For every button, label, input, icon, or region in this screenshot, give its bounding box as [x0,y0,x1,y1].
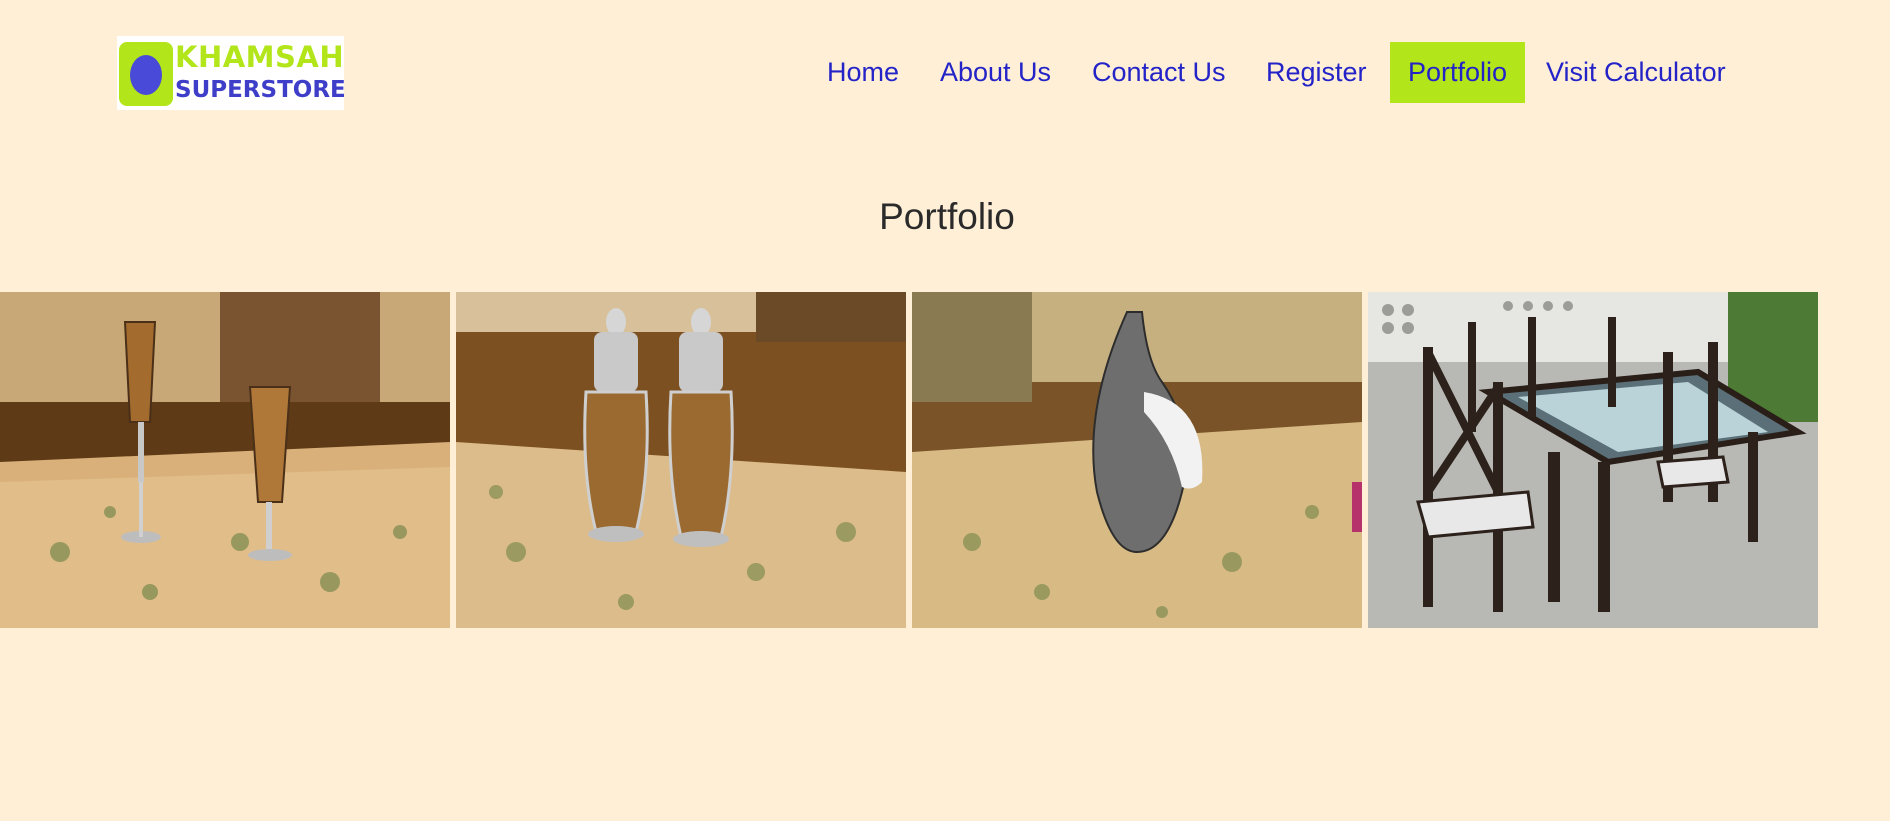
page-title: Portfolio [879,196,1015,237]
portfolio-gallery [0,292,1890,630]
main-nav: Home About Us Contact Us Register Portfo… [0,42,1890,103]
nav-register[interactable]: Register [1266,42,1367,103]
nav-contact-us[interactable]: Contact Us [1092,42,1226,103]
gallery-photo-jars[interactable] [456,292,906,628]
nav-home[interactable]: Home [827,42,899,103]
gallery-photo-goblets[interactable] [0,292,450,628]
nav-visit-calculator[interactable]: Visit Calculator [1546,42,1726,103]
gallery-photo-sculpture[interactable] [912,292,1362,628]
nav-portfolio[interactable]: Portfolio [1390,42,1525,103]
nav-about-us[interactable]: About Us [940,42,1051,103]
gallery-photo-dining-set[interactable] [1368,292,1818,628]
